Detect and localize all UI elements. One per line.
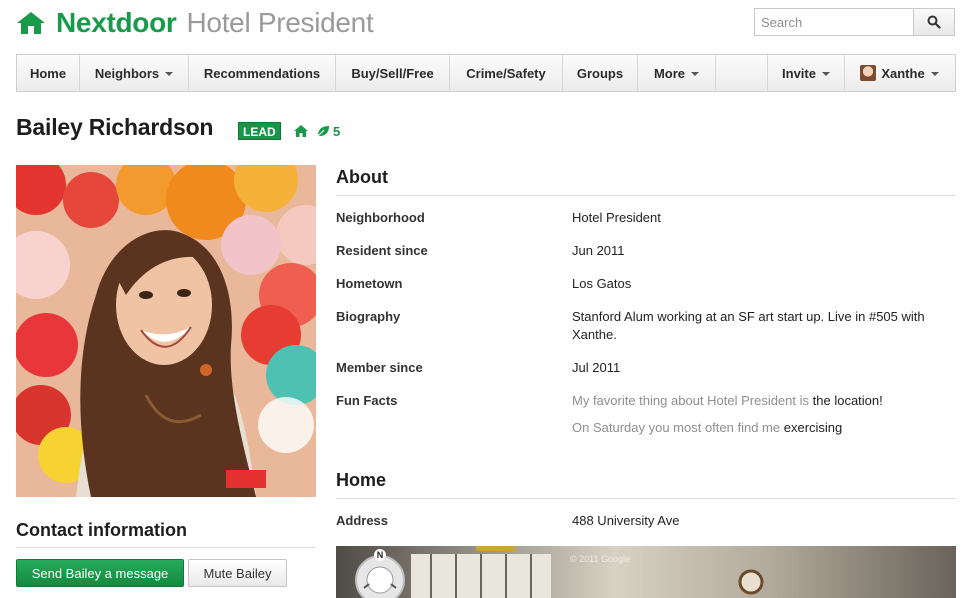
nav-groups-label: Groups	[576, 65, 624, 81]
nav-invite-label: Invite	[782, 65, 816, 81]
chevron-down-icon	[165, 71, 174, 76]
fun-fact-2-prompt: On Saturday you most often find me	[572, 420, 781, 435]
nav-more[interactable]: More	[638, 55, 716, 91]
fun-facts-label: Fun Facts	[336, 393, 398, 408]
chevron-down-icon	[821, 71, 830, 76]
chevron-down-icon	[930, 71, 939, 76]
nav-spacer	[716, 55, 768, 91]
mute-button[interactable]: Mute Bailey	[188, 559, 287, 587]
neighborhood-value: Hotel President	[572, 210, 661, 225]
nav-recommendations[interactable]: Recommendations	[189, 55, 336, 91]
fun-fact-2: On Saturday you most often find me exerc…	[572, 419, 956, 437]
biography-value: Stanford Alum working at an SF art start…	[572, 309, 925, 342]
fun-fact-1-prompt: My favorite thing about Hotel President …	[572, 393, 810, 408]
house-icon	[17, 12, 45, 34]
fun-fact-1: My favorite thing about Hotel President …	[572, 392, 956, 410]
nav-recommendations-label: Recommendations	[203, 65, 321, 81]
map-copyright: © 2011 Google	[570, 554, 631, 564]
brand-header[interactable]: Nextdoor Hotel President	[16, 6, 374, 40]
divider	[336, 195, 956, 196]
leaf-icon	[316, 126, 329, 138]
member-label: Member since	[336, 360, 423, 375]
divider	[16, 547, 316, 548]
divider	[336, 498, 956, 499]
main-nav: Home Neighbors Recommendations Buy/Sell/…	[16, 54, 956, 92]
send-message-button[interactable]: Send Bailey a message	[16, 559, 184, 587]
resident-label: Resident since	[336, 243, 428, 258]
nav-neighbors[interactable]: Neighbors	[80, 55, 189, 91]
search-bar	[754, 8, 955, 36]
house-icon	[294, 125, 308, 137]
leaf-count: 5	[333, 124, 341, 139]
nav-crime-label: Crime/Safety	[466, 65, 546, 81]
fun-fact-2-answer: exercising	[783, 420, 843, 435]
profile-photo-image	[16, 165, 316, 497]
brand-name[interactable]: Nextdoor	[56, 7, 177, 39]
street-view-map[interactable]: N © 2011 Google	[336, 546, 956, 598]
street-view-image	[336, 546, 956, 598]
profile-photo	[16, 165, 316, 497]
nav-home[interactable]: Home	[17, 55, 80, 91]
avatar	[860, 65, 877, 81]
lead-badge: LEAD	[238, 122, 281, 140]
address-value: 488 University Ave	[572, 513, 680, 528]
neighborhood-label: Neighborhood	[336, 210, 425, 225]
nav-user-menu[interactable]: Xanthe	[845, 55, 954, 91]
nav-more-label: More	[653, 65, 686, 81]
nav-home-label: Home	[29, 65, 67, 81]
search-input[interactable]	[754, 8, 913, 36]
nav-buysell-label: Buy/Sell/Free	[351, 65, 434, 81]
nav-invite[interactable]: Invite	[768, 55, 845, 91]
biography-label: Biography	[336, 309, 401, 324]
chevron-down-icon	[691, 71, 700, 76]
nav-user-label: Xanthe	[881, 65, 925, 81]
search-icon	[927, 15, 941, 29]
community-name: Hotel President	[186, 7, 374, 38]
member-value: Jul 2011	[572, 360, 621, 375]
nav-groups[interactable]: Groups	[563, 55, 638, 91]
hometown-value: Los Gatos	[572, 276, 632, 291]
page-title: Bailey Richardson	[16, 114, 214, 140]
fun-fact-1-answer: the location!	[812, 393, 883, 408]
compass-label: N	[374, 549, 386, 561]
contact-title: Contact information	[16, 520, 187, 540]
resident-value: Jun 2011	[572, 243, 625, 258]
search-button[interactable]	[913, 8, 955, 36]
home-title: Home	[336, 470, 387, 490]
about-title: About	[336, 167, 388, 187]
nav-neighbors-label: Neighbors	[94, 65, 160, 81]
address-label: Address	[336, 513, 389, 528]
hometown-label: Hometown	[336, 276, 403, 291]
nav-buysell[interactable]: Buy/Sell/Free	[336, 55, 450, 91]
nav-crime-safety[interactable]: Crime/Safety	[450, 55, 563, 91]
